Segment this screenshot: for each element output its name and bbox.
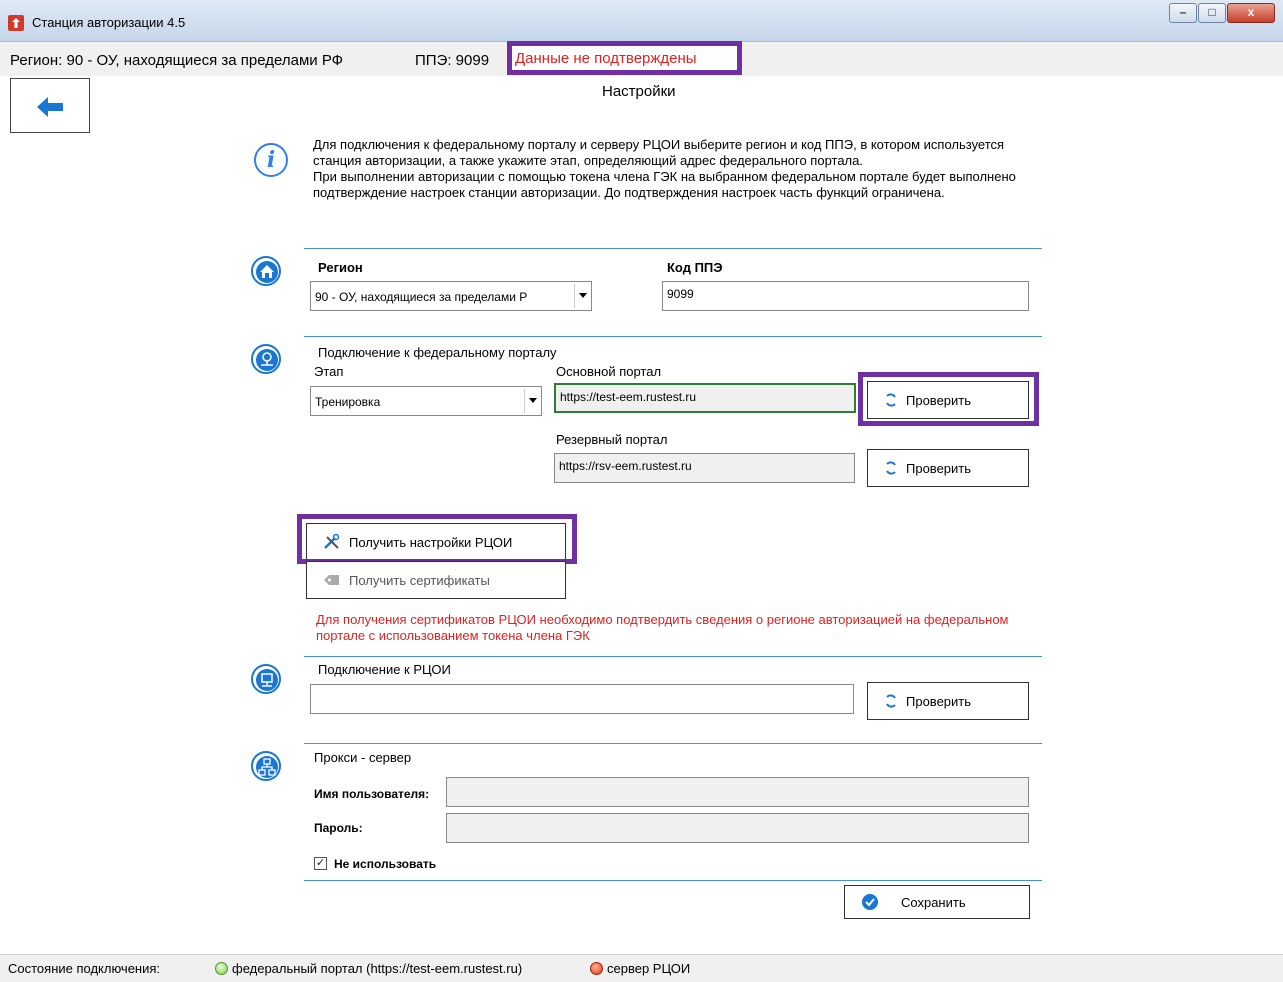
check-rcoi-button[interactable]: Проверить: [867, 682, 1029, 720]
portal-section-label: Подключение к федеральному порталу: [318, 345, 557, 360]
ppe-status: ППЭ: 9099: [415, 52, 490, 69]
not-use-proxy-checkbox[interactable]: ✓: [314, 857, 327, 870]
get-certificates-button[interactable]: Получить сертификаты: [306, 561, 566, 599]
refresh-icon: [886, 694, 896, 708]
proxy-network-icon: [251, 751, 281, 781]
home-icon: [251, 256, 281, 286]
proxy-user-label: Имя пользователя:: [314, 787, 430, 801]
back-button[interactable]: [10, 78, 90, 133]
highlight-frame: [858, 372, 1039, 426]
ppe-code-label: Код ППЭ: [667, 260, 723, 275]
status-error-icon: [590, 962, 603, 975]
proxy-password-label: Пароль:: [314, 821, 363, 835]
main-portal-label: Основной портал: [556, 364, 662, 379]
connection-status-bar: Состояние подключения: федеральный порта…: [0, 954, 1283, 982]
save-button[interactable]: Сохранить: [844, 885, 1030, 919]
window-title: Станция авторизации 4.5: [32, 15, 186, 30]
federal-portal-status: федеральный портал (https://test-eem.rus…: [215, 961, 522, 976]
server-icon: [251, 664, 281, 694]
network-icon: [251, 344, 281, 374]
chevron-down-icon: [529, 398, 537, 403]
rcoi-section-label: Подключение к РЦОИ: [318, 662, 451, 677]
minimize-button[interactable]: –: [1169, 3, 1197, 23]
divider: [304, 656, 1042, 657]
window-titlebar: Станция авторизации 4.5 – □ x: [0, 0, 1283, 42]
ppe-code-input[interactable]: 9099: [662, 281, 1029, 311]
proxy-password-input[interactable]: [446, 813, 1029, 843]
divider: [304, 880, 1042, 881]
highlight-frame: [297, 514, 577, 564]
confirmation-status: Данные не подтверждены: [507, 41, 742, 75]
region-label: Регион: [318, 260, 363, 275]
check-backup-portal-button[interactable]: Проверить: [867, 449, 1029, 487]
region-status: Регион: 90 - ОУ, находящиеся за пределам…: [10, 52, 344, 69]
tag-icon: [324, 575, 339, 585]
refresh-icon: [886, 461, 896, 475]
main-portal-input[interactable]: https://test-eem.rustest.ru: [554, 383, 856, 413]
certificates-warning: Для получения сертификатов РЦОИ необходи…: [316, 612, 1009, 643]
divider: [304, 336, 1042, 337]
not-use-proxy-label: Не использовать: [334, 857, 437, 871]
rcoi-address-input[interactable]: [310, 684, 854, 714]
check-circle-icon: [862, 894, 878, 910]
backup-portal-label: Резервный портал: [556, 432, 668, 447]
region-select[interactable]: 90 - ОУ, находящиеся за пределами Р: [310, 281, 592, 311]
backup-portal-input[interactable]: https://rsv-eem.rustest.ru: [554, 453, 855, 483]
app-icon: [8, 15, 24, 31]
status-ok-icon: [215, 962, 228, 975]
close-button[interactable]: x: [1227, 3, 1275, 23]
rcoi-server-status: сервер РЦОИ: [590, 961, 690, 976]
info-text: Для подключения к федеральному порталу и…: [313, 137, 1016, 200]
info-icon: i: [254, 143, 288, 177]
divider: [304, 248, 1042, 249]
chevron-down-icon: [579, 293, 587, 298]
maximize-button[interactable]: □: [1198, 3, 1226, 23]
page-title: Настройки: [602, 83, 676, 100]
divider: [304, 743, 1042, 744]
proxy-user-input[interactable]: [446, 777, 1029, 807]
connection-state-label: Состояние подключения:: [8, 961, 161, 976]
stage-select[interactable]: Тренировка: [310, 386, 542, 416]
arrow-left-icon: [37, 97, 63, 117]
stage-label: Этап: [314, 364, 344, 379]
proxy-section-label: Прокси - сервер: [314, 750, 412, 765]
